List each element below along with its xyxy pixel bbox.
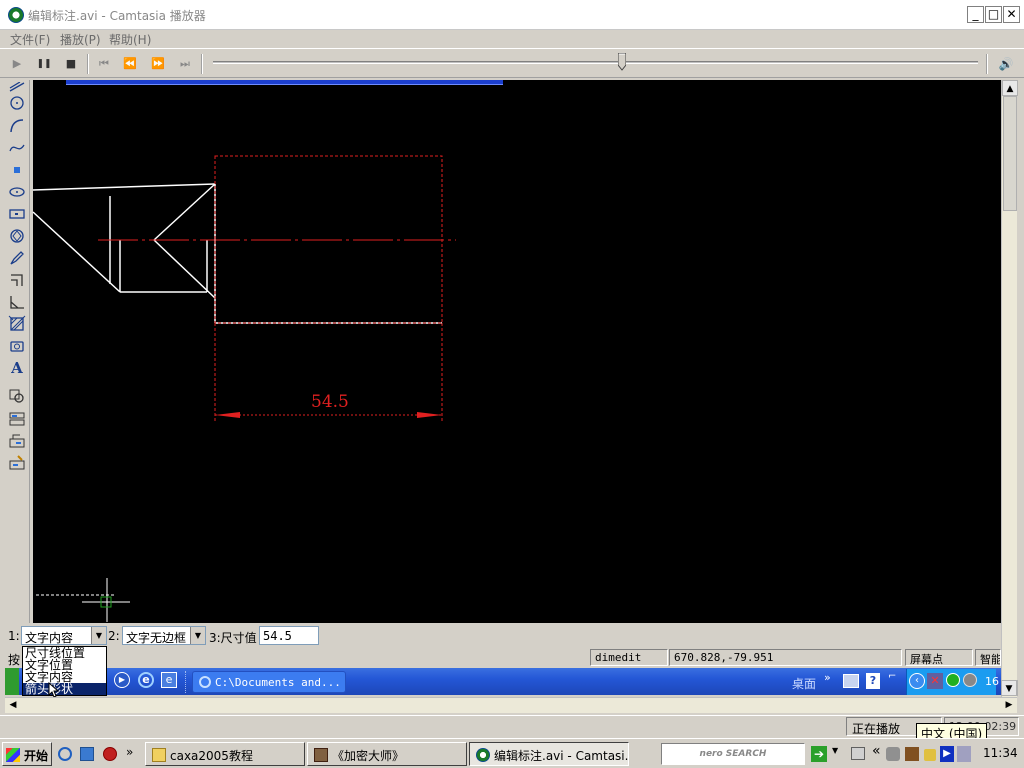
network-error-icon: ✕ <box>927 673 943 689</box>
start-label: 开始 <box>24 749 49 763</box>
player-status-bar: 正在播放 12:00:02:39 <box>0 715 1024 737</box>
task-encryption-master[interactable]: 《加密大师》 <box>307 742 467 766</box>
field2-label: 2: <box>108 629 120 643</box>
document-icon <box>314 748 328 762</box>
command-name: dimedit <box>590 649 668 666</box>
tray-chevron-icon[interactable]: « <box>872 743 881 759</box>
tray-small-icon: ⌐ <box>888 671 897 682</box>
snap-mode[interactable]: 屏幕点 <box>905 649 973 666</box>
search-icon <box>199 676 211 688</box>
lower-taper-line <box>32 211 121 293</box>
taskbar-grip <box>185 671 188 693</box>
field3-label: 3:尺寸值 <box>209 631 257 645</box>
path-label: C:\Documents and... <box>215 676 341 689</box>
quicklaunch-chevron-icon[interactable]: » <box>126 745 133 759</box>
nero-search-box[interactable]: nero SEARCH <box>661 743 805 765</box>
cad-drawing: 54.5 <box>32 155 456 622</box>
task-label: 《加密大师》 <box>332 749 405 763</box>
browser-quicklaunch-icon[interactable] <box>80 747 94 761</box>
field2-value: 文字无边框 <box>126 631 187 645</box>
scroll-left-icon[interactable]: ◀ <box>5 698 21 713</box>
tray-book-icon[interactable] <box>905 747 919 761</box>
windows-taskbar: 开始 » caxa2005教程 《加密大师》 编辑标注.avi - Camtas… <box>0 738 1024 768</box>
task-label: caxa2005教程 <box>170 749 253 763</box>
field1-combo[interactable]: 文字内容 ▼ <box>21 626 107 645</box>
media-player-icon: ▶ <box>114 672 130 688</box>
scroll-right-icon[interactable]: ▶ <box>1001 698 1017 713</box>
scroll-down-arrow-icon[interactable]: ▼ <box>1001 680 1017 696</box>
player-quicklaunch-icon[interactable] <box>103 747 117 761</box>
close-button[interactable]: ✕ <box>1003 6 1020 23</box>
scroll-thumb[interactable] <box>1003 96 1017 211</box>
dimension-arrow-right <box>417 412 442 418</box>
mouse-pointer-icon <box>48 682 60 698</box>
ie-quicklaunch-icon[interactable] <box>58 747 72 761</box>
task-caxa-folder[interactable]: caxa2005教程 <box>145 742 305 766</box>
dimension-value-input[interactable]: 54.5 <box>259 626 319 645</box>
upper-edge-line <box>32 183 216 191</box>
smart-mode[interactable]: 智能 <box>975 649 1001 666</box>
cone-lower <box>153 239 216 299</box>
dimension-arrow-left <box>215 412 240 418</box>
chevron-left-icon: ‹ <box>909 673 925 689</box>
taskbar-clock[interactable]: 11:34 <box>983 746 1018 760</box>
keyboard-icon <box>843 674 859 688</box>
tray-pen-icon[interactable] <box>924 749 936 761</box>
horizontal-scrollbar[interactable]: ◀ ▶ <box>5 697 1017 713</box>
command-bar: 1: 文字内容 ▼ 2: 文字无边框 ▼ 3:尺寸值 54.5 <box>5 625 1001 647</box>
field1-label: 1: <box>8 629 20 643</box>
go-arrow-icon[interactable]: ➔ <box>811 746 827 762</box>
task-camtasia-player[interactable]: 编辑标注.avi - Camtasi... <box>469 742 629 766</box>
keyboard-tray-icon[interactable] <box>851 747 865 760</box>
quicklaunch-icon: e <box>161 672 177 688</box>
field2-combo[interactable]: 文字无边框 ▼ <box>122 626 206 645</box>
start-button[interactable]: 开始 <box>2 742 52 766</box>
internet-explorer-icon: e <box>138 672 154 688</box>
tray-network-icon[interactable] <box>957 746 971 762</box>
desktop-toolbar-label: 桌面 <box>792 677 817 691</box>
chevron-down-icon[interactable]: ▼ <box>91 627 106 644</box>
dropdown-option-selected[interactable]: 箭头形状 <box>23 683 106 695</box>
dropdown-arrow-icon[interactable]: ▼ <box>832 746 838 755</box>
prompt-label: 按 <box>8 653 21 667</box>
green-tray-icon <box>946 673 960 687</box>
chevron-right-icon: » <box>824 671 831 684</box>
recorded-start-button <box>5 668 19 695</box>
coordinate-readout: 670.828,-79.951 <box>669 649 902 666</box>
field1-value: 文字内容 <box>25 631 74 645</box>
windows-logo-icon <box>6 748 20 762</box>
task-label: 编辑标注.avi - Camtasi... <box>494 749 629 763</box>
cone-upper <box>153 183 216 241</box>
gray-tray-icon <box>963 673 977 687</box>
speaker-tray-icon[interactable] <box>886 747 900 761</box>
field1-dropdown-list[interactable]: 尺寸线位置 文字位置 文字内容 箭头形状 <box>22 646 107 696</box>
camtasia-icon <box>476 748 490 762</box>
dimension-text: 54.5 <box>311 392 349 412</box>
recorded-explorer-task: C:\Documents and... <box>192 671 346 693</box>
cad-status-row: 按 dimedit 670.828,-79.951 屏幕点 智能 <box>5 648 1001 667</box>
crosshair-icon <box>82 578 130 622</box>
tray-play-icon[interactable]: ▶ <box>940 746 954 762</box>
chevron-down-icon[interactable]: ▼ <box>190 627 205 644</box>
scroll-up-icon[interactable]: ▲ <box>1002 80 1018 96</box>
recorded-clock: 16 <box>985 675 999 688</box>
help-icon: ? <box>866 673 880 689</box>
vertical-scrollbar[interactable]: ▲ ▼ <box>1001 80 1018 697</box>
folder-icon <box>152 748 166 762</box>
